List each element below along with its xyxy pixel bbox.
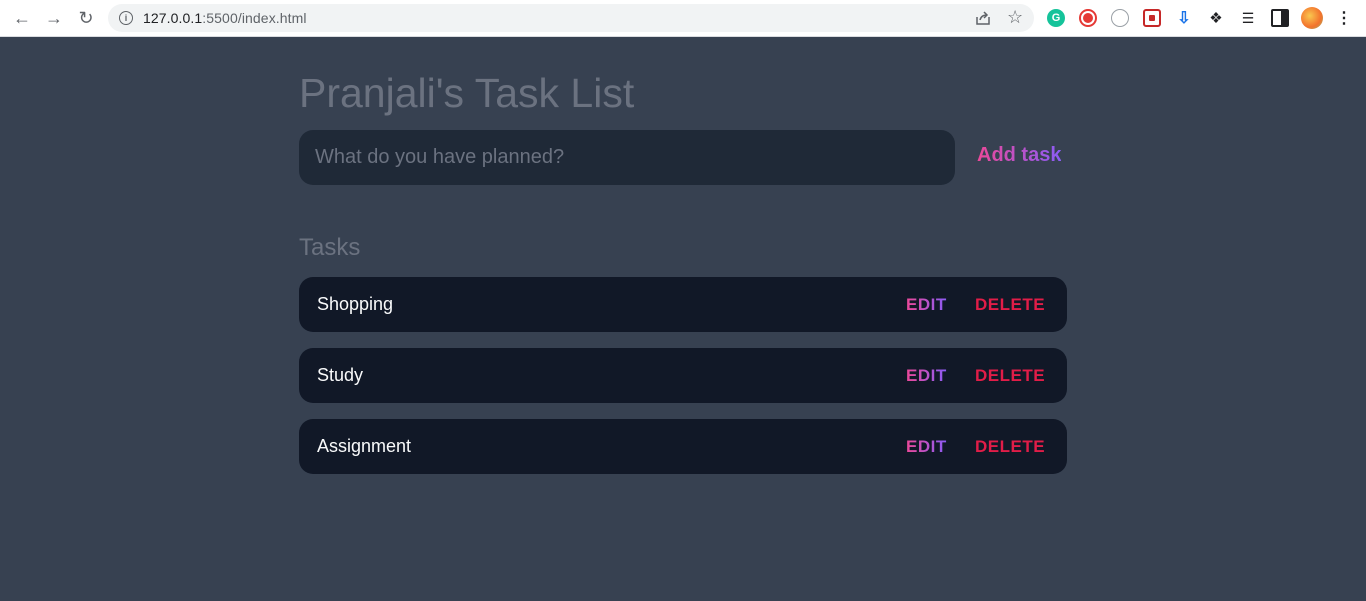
info-icon[interactable]: i — [119, 11, 133, 25]
arrow-left-icon[interactable]: ← — [10, 7, 34, 29]
download-icon[interactable]: ⇩ — [1175, 9, 1193, 27]
task-row: Study EDIT DELETE — [299, 348, 1067, 403]
url-path: :5500/index.html — [202, 10, 307, 26]
arrow-right-icon[interactable]: → — [42, 7, 66, 29]
task-text: Shopping — [317, 294, 394, 314]
record-icon[interactable] — [1079, 9, 1097, 27]
side-panel-icon[interactable] — [1271, 9, 1289, 27]
globe-icon[interactable] — [1111, 9, 1129, 27]
address-bar[interactable]: i 127.0.0.1:5500/index.html ☆ — [108, 4, 1034, 32]
task-text: Assignment — [317, 436, 412, 456]
delete-button[interactable]: DELETE — [975, 437, 1045, 457]
capture-icon[interactable] — [1143, 9, 1161, 27]
url-host: 127.0.0.1 — [143, 10, 203, 26]
avatar[interactable] — [1301, 7, 1323, 29]
reload-icon[interactable]: ↻ — [74, 7, 98, 29]
tasks-heading: Tasks — [299, 234, 361, 261]
task-row: Assignment EDIT DELETE — [299, 419, 1067, 474]
delete-button[interactable]: DELETE — [975, 295, 1045, 315]
task-list: Shopping EDIT DELETE Study EDIT DELETE A… — [299, 277, 1067, 490]
grammarly-icon[interactable]: G — [1047, 9, 1065, 27]
add-task-button[interactable]: Add task — [977, 144, 1061, 167]
task-text: Study — [317, 365, 364, 385]
edit-button[interactable]: EDIT — [906, 366, 947, 386]
task-row: Shopping EDIT DELETE — [299, 277, 1067, 332]
task-input[interactable] — [299, 130, 955, 185]
playlist-icon[interactable]: ☰ — [1239, 9, 1257, 27]
edit-button[interactable]: EDIT — [906, 437, 947, 457]
url-text[interactable]: 127.0.0.1:5500/index.html — [143, 10, 307, 26]
page-title: Pranjali's Task List — [299, 70, 635, 116]
puzzle-icon[interactable]: ❖ — [1207, 9, 1225, 27]
menu-icon[interactable]: ⋮ — [1335, 9, 1353, 27]
edit-button[interactable]: EDIT — [906, 295, 947, 315]
star-icon[interactable]: ☆ — [1007, 7, 1023, 28]
share-icon[interactable] — [974, 9, 992, 27]
browser-toolbar: ← → ↻ i 127.0.0.1:5500/index.html ☆ G ⇩ … — [0, 0, 1366, 37]
delete-button[interactable]: DELETE — [975, 366, 1045, 386]
